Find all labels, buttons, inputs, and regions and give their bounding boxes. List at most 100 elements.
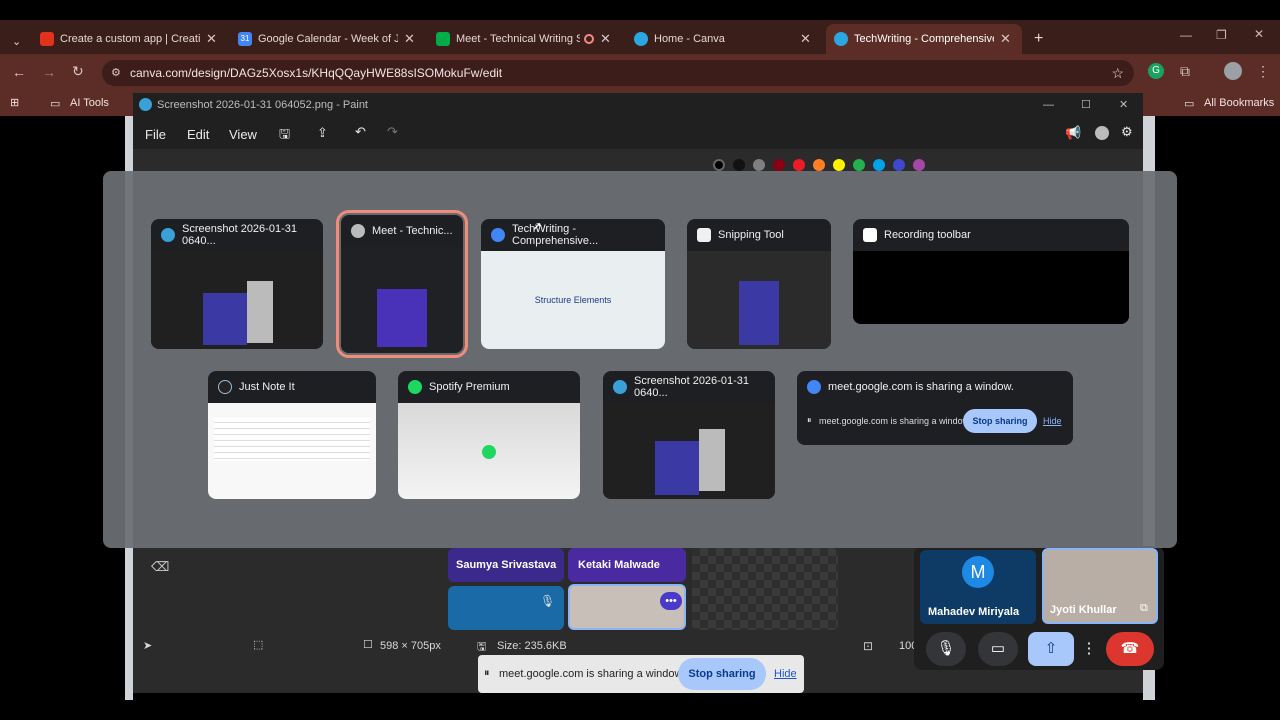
window-card[interactable]: meet.google.com is sharing a window. ⏸ m… <box>797 371 1073 445</box>
color-swatch[interactable] <box>793 159 805 171</box>
card-header: Just Note It <box>208 371 376 403</box>
avatar[interactable] <box>1224 62 1242 80</box>
hide-link[interactable]: Hide <box>1043 416 1062 426</box>
close-icon[interactable]: ✕ <box>1000 31 1011 47</box>
more-menu-icon[interactable]: ⋮ <box>1256 63 1270 80</box>
back-icon[interactable]: ← <box>12 64 26 80</box>
thumb-shape <box>214 417 370 461</box>
profile-icon[interactable] <box>1095 126 1109 140</box>
window-card-selected[interactable]: Meet - Technic... <box>336 210 468 358</box>
tab-meet[interactable]: Meet - Technical Writing Se ✕ <box>428 24 624 54</box>
pause-icon: ⏸ <box>484 667 490 679</box>
sharing-bar: ⏸ meet.google.com is sharing a window. S… <box>478 655 804 693</box>
card-thumbnail <box>853 251 1129 324</box>
window-card[interactable]: Snipping Tool <box>687 219 831 349</box>
tab-label: Google Calendar - Week of Janu <box>258 33 398 45</box>
window-card[interactable]: Screenshot 2026-01-31 0640... <box>151 219 323 349</box>
color-swatch[interactable] <box>813 159 825 171</box>
camera-button[interactable]: ▭ <box>978 632 1018 666</box>
phone-hangup-icon: ☎ <box>1120 640 1140 657</box>
eraser-tool-icon[interactable]: ⌫ <box>151 559 169 575</box>
participant-video: Jyoti Khullar ⧉ <box>1042 548 1158 624</box>
stop-sharing-button[interactable]: Stop sharing <box>678 658 766 690</box>
new-tab-button[interactable]: + <box>1026 24 1050 54</box>
tab-techwriting[interactable]: TechWriting - ComprehensiveFe ✕ <box>826 24 1022 54</box>
settings-icon[interactable]: ⚙ <box>1121 124 1133 140</box>
more-options-icon[interactable]: ••• <box>660 592 682 610</box>
share-icon[interactable]: ⇪ <box>317 125 328 141</box>
tab-label: TechWriting - ComprehensiveFe <box>854 33 994 45</box>
cursor-icon: ➤ <box>143 640 153 652</box>
tab-label: Create a custom app | Creatio A <box>60 33 200 45</box>
card-header: Snipping Tool <box>687 219 831 251</box>
minimize-icon[interactable]: — <box>1180 28 1192 42</box>
menu-edit[interactable]: Edit <box>187 127 209 142</box>
window-card[interactable]: Recording toolbar <box>853 219 1129 324</box>
leave-call-button[interactable]: ☎ <box>1106 632 1154 666</box>
present-button[interactable]: ⇧ <box>1028 632 1074 666</box>
more-options-button[interactable]: ⋮ <box>1080 632 1098 666</box>
bookmark-star-icon[interactable]: ☆ <box>1111 60 1124 86</box>
tab-label: Home - Canva <box>654 33 725 45</box>
mic-off-icon: 🎙 <box>540 594 556 608</box>
color-swatch[interactable] <box>853 159 865 171</box>
mic-button[interactable]: 🎙 <box>926 632 966 666</box>
bookmark-all[interactable]: All Bookmarks <box>1204 97 1274 109</box>
window-card[interactable]: Spotify Premium <box>398 371 580 499</box>
extensions-icon[interactable]: ⧉ <box>1180 63 1190 80</box>
forward-icon[interactable]: → <box>42 64 56 80</box>
participant-name: Jyoti Khullar <box>1050 604 1117 616</box>
window-card[interactable]: Just Note It <box>208 371 376 499</box>
grammarly-icon[interactable]: G <box>1148 63 1164 79</box>
window-card[interactable]: Screenshot 2026-01-31 0640... <box>603 371 775 499</box>
folder-icon: ▭ <box>1184 98 1195 110</box>
tab-calendar[interactable]: 31 Google Calendar - Week of Janu ✕ <box>230 24 426 54</box>
dimensions-icon: ☐ <box>363 639 373 651</box>
slide-title: Structure Elements <box>534 295 612 305</box>
color-swatch[interactable] <box>713 159 725 171</box>
participant-tile: Ketaki Malwade <box>568 548 686 582</box>
bookmark-ai-tools[interactable]: AI Tools <box>70 97 109 109</box>
color-swatch[interactable] <box>833 159 845 171</box>
save-icon[interactable]: 🖫 <box>279 125 290 147</box>
card-title: Screenshot 2026-01-31 0640... <box>182 223 297 247</box>
menu-file[interactable]: File <box>145 127 166 142</box>
color-swatch[interactable] <box>893 159 905 171</box>
hide-link[interactable]: Hide <box>774 668 797 680</box>
pip-icon[interactable]: ⧉ <box>1140 602 1148 615</box>
paint-title-bar: Screenshot 2026-01-31 064052.png - Paint… <box>133 93 1143 117</box>
paint-menu-bar: File Edit View 🖫 ⇪ ↶ ↷ 📢 ⚙ <box>133 119 1143 149</box>
undo-icon[interactable]: ↶ <box>355 124 366 140</box>
site-info-icon[interactable]: ⚙ <box>111 60 121 86</box>
color-swatch[interactable] <box>773 159 785 171</box>
restore-icon[interactable]: ☐ <box>1081 93 1091 117</box>
color-swatch[interactable] <box>753 159 765 171</box>
window-close-icon[interactable]: ✕ <box>1119 93 1128 117</box>
minimize-icon[interactable]: — <box>1043 93 1054 117</box>
window-close-icon[interactable]: ✕ <box>1254 27 1264 41</box>
stop-sharing-button[interactable]: Stop sharing <box>963 409 1037 433</box>
fit-zoom-icon[interactable]: ⊡ <box>863 639 873 653</box>
close-icon[interactable]: ✕ <box>206 31 217 47</box>
close-icon[interactable]: ✕ <box>800 31 811 47</box>
announcement-icon[interactable]: 📢 <box>1065 125 1081 141</box>
tab-canva-home[interactable]: Home - Canva ✕ <box>626 24 822 54</box>
window-card[interactable]: TechWriting - Comprehensive... Structure… <box>481 219 665 349</box>
apps-grid-icon[interactable]: ⊞ <box>10 96 19 109</box>
screen: ⌄ Create a custom app | Creatio A ✕ 31 G… <box>0 0 1280 720</box>
menu-view[interactable]: View <box>229 127 257 142</box>
tab-search-button[interactable]: ⌄ <box>4 26 30 56</box>
color-swatch[interactable] <box>873 159 885 171</box>
reload-icon[interactable]: ↻ <box>72 63 84 80</box>
color-swatch[interactable] <box>733 159 745 171</box>
close-icon[interactable]: ✕ <box>404 31 415 47</box>
color-swatch[interactable] <box>913 159 925 171</box>
spotify-icon <box>482 445 496 459</box>
address-bar[interactable]: ⚙ canva.com/design/DAGz5Xosx1s/KHqQQayHW… <box>102 60 1134 86</box>
redo-icon[interactable]: ↷ <box>387 124 398 140</box>
close-icon[interactable]: ✕ <box>600 31 611 47</box>
share-notice: meet.google.com is sharing a window. <box>819 416 972 426</box>
tab-creatio[interactable]: Create a custom app | Creatio A ✕ <box>32 24 228 54</box>
tab-strip: ⌄ Create a custom app | Creatio A ✕ 31 G… <box>0 20 1280 54</box>
restore-icon[interactable]: ❐ <box>1216 28 1227 42</box>
